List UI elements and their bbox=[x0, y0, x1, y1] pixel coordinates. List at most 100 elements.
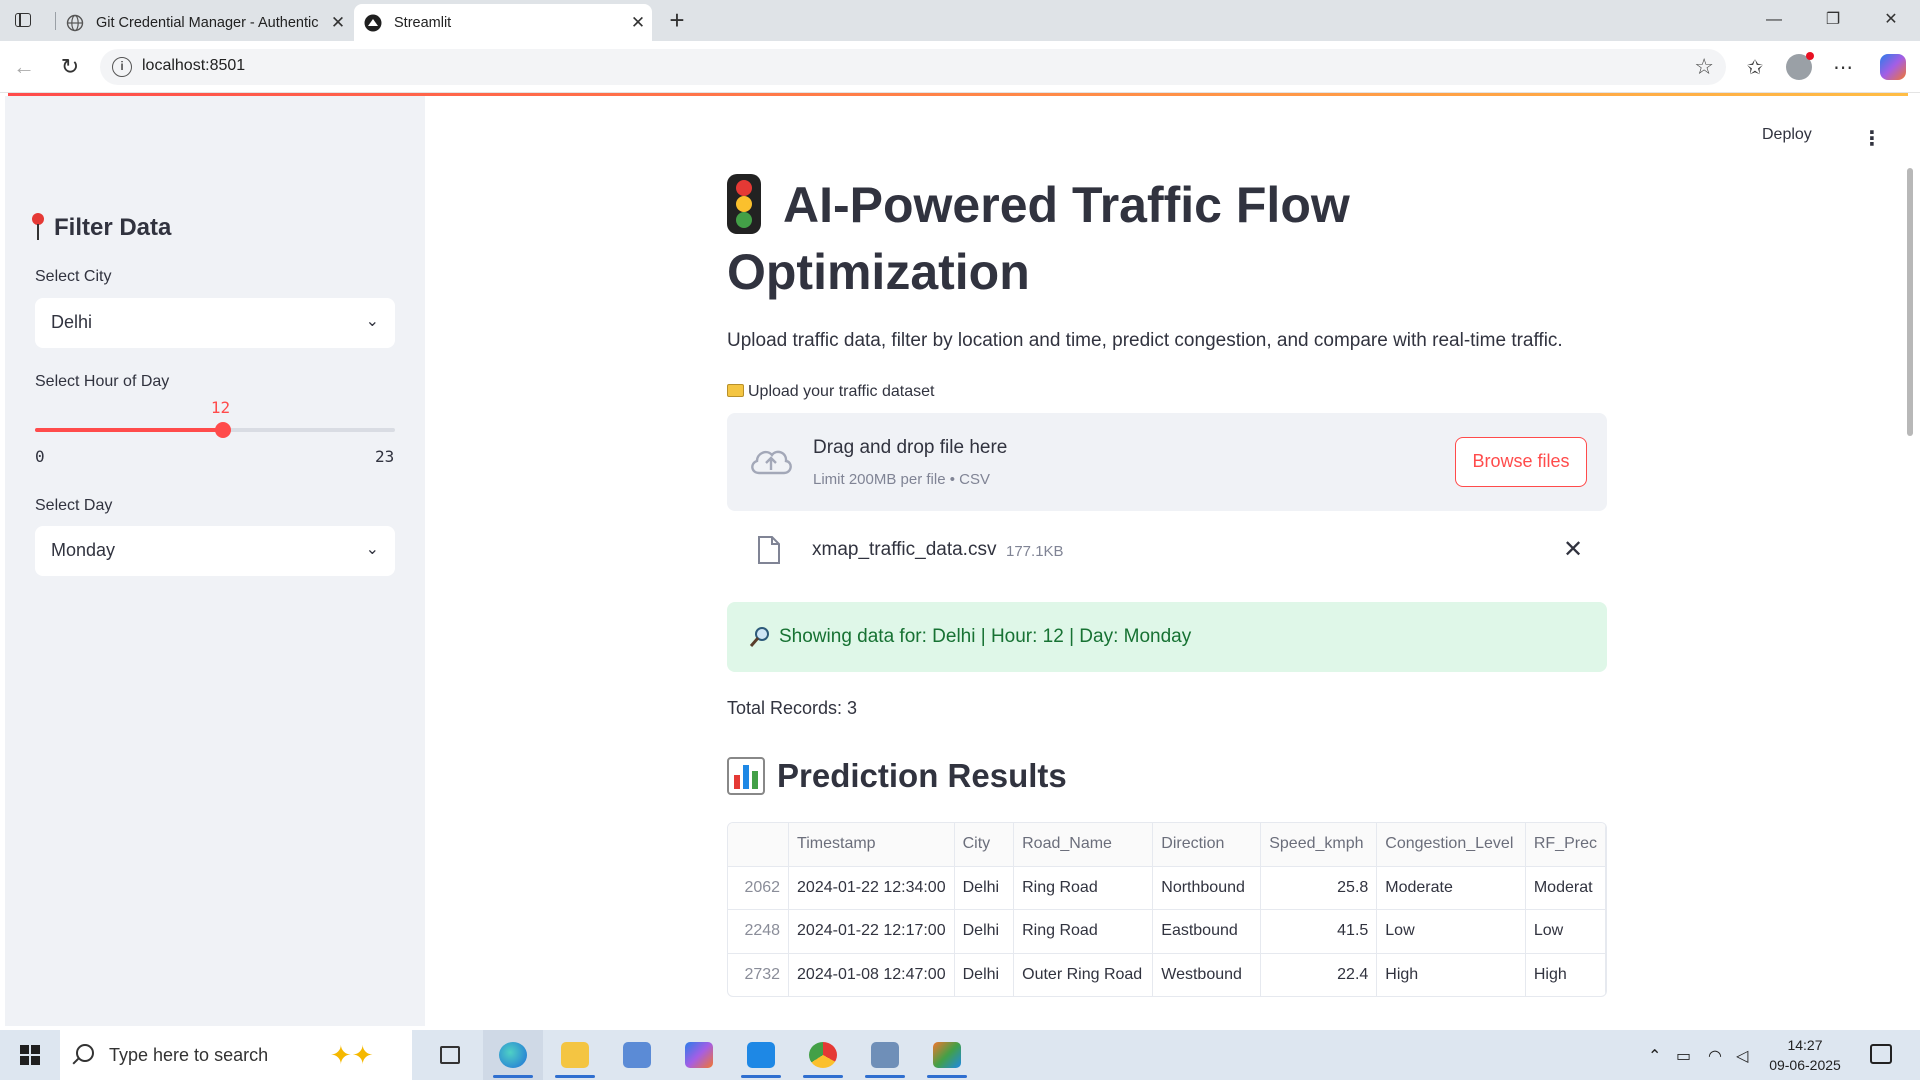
git-app-icon[interactable] bbox=[917, 1030, 977, 1080]
cell-rf-prediction: Low bbox=[1525, 909, 1606, 954]
url-field[interactable]: i localhost:8501 ☆ bbox=[100, 49, 1726, 85]
file-explorer-icon[interactable] bbox=[545, 1030, 605, 1080]
cell-rf-prediction: Moderat bbox=[1525, 866, 1606, 910]
magnifier-icon bbox=[749, 627, 769, 647]
uploaded-file-name: xmap_traffic_data.csv bbox=[812, 539, 997, 560]
cell-rf-prediction: High bbox=[1525, 953, 1606, 996]
minimize-icon[interactable]: — bbox=[1751, 6, 1797, 34]
table-row[interactable]: 2062 2024-01-22 12:34:00 Delhi Ring Road… bbox=[728, 866, 1606, 910]
sparkle-icon: ✦✦ bbox=[330, 1040, 374, 1070]
table-row[interactable]: 2248 2024-01-22 12:17:00 Delhi Ring Road… bbox=[728, 909, 1606, 954]
day-select-value: Monday bbox=[51, 540, 116, 560]
deploy-button[interactable]: Deploy bbox=[1762, 126, 1812, 144]
streamlit-icon bbox=[364, 14, 382, 31]
network-app-icon[interactable] bbox=[607, 1030, 667, 1080]
hour-slider-max: 23 bbox=[375, 447, 395, 466]
dropzone-limit: Limit 200MB per file • CSV bbox=[813, 471, 990, 488]
sidebar-title: Filter Data bbox=[30, 213, 171, 243]
traffic-light-icon bbox=[727, 173, 761, 234]
row-index: 2248 bbox=[728, 909, 790, 954]
search-icon bbox=[76, 1044, 94, 1062]
reload-icon[interactable]: ↻ bbox=[56, 53, 84, 81]
wifi-icon[interactable]: ◠ bbox=[1708, 1046, 1722, 1066]
more-menu-icon[interactable]: ⋯ bbox=[1828, 53, 1858, 83]
windows-taskbar: Type here to search ✦✦ ⌃ ▭ ◠ ◁ 14:27 09-… bbox=[0, 1030, 1920, 1080]
edge-icon[interactable] bbox=[483, 1030, 543, 1080]
row-index: 2732 bbox=[728, 953, 790, 996]
address-bar-row: ← ↻ i localhost:8501 ☆ ✩ ⋯ bbox=[0, 41, 1920, 93]
hour-slider-thumb[interactable] bbox=[214, 422, 231, 438]
city-label: Select City bbox=[35, 268, 112, 285]
chevron-down-icon: ⌄ bbox=[365, 541, 379, 558]
success-alert: Showing data for: Delhi | Hour: 12 | Day… bbox=[727, 602, 1607, 672]
page-title-text: AI-Powered Traffic Flow Optimization bbox=[727, 177, 1350, 300]
globe-icon bbox=[66, 14, 84, 31]
column-header[interactable]: RF_Prec bbox=[1525, 823, 1606, 867]
cell-congestion: Low bbox=[1376, 909, 1526, 954]
windows-start-icon[interactable] bbox=[20, 1045, 40, 1065]
close-icon[interactable]: ✕ bbox=[624, 13, 652, 33]
total-records: Total Records: 3 bbox=[727, 698, 858, 718]
tab-streamlit[interactable]: Streamlit ✕ bbox=[354, 4, 652, 41]
browse-files-button[interactable]: Browse files bbox=[1455, 437, 1587, 487]
hour-slider-value: 12 bbox=[210, 398, 231, 417]
tab-git-credential-manager[interactable]: Git Credential Manager - Authentic ✕ bbox=[56, 4, 352, 41]
notification-dot-icon bbox=[1806, 52, 1814, 60]
sidebar-toggle-icon[interactable] bbox=[12, 10, 34, 30]
site-info-icon[interactable]: i bbox=[112, 57, 132, 77]
chevron-down-icon: ⌄ bbox=[365, 313, 379, 330]
cell-road: Outer Ring Road bbox=[1013, 953, 1154, 996]
results-heading-text: Prediction Results bbox=[777, 757, 1067, 794]
cell-road: Ring Road bbox=[1013, 866, 1154, 910]
tray-chevron-up-icon[interactable]: ⌃ bbox=[1648, 1046, 1661, 1066]
restore-icon[interactable]: ❐ bbox=[1810, 6, 1856, 34]
scrollbar[interactable] bbox=[1907, 168, 1913, 436]
favorite-star-icon[interactable]: ☆ bbox=[1694, 54, 1714, 80]
cell-city: Delhi bbox=[954, 953, 1015, 996]
vscode-icon[interactable] bbox=[731, 1030, 791, 1080]
main-menu-icon[interactable]: ⋮ bbox=[1862, 126, 1882, 151]
remove-file-icon[interactable]: ✕ bbox=[1563, 535, 1583, 564]
column-header[interactable]: Direction bbox=[1152, 823, 1262, 867]
clock-time: 14:27 bbox=[1787, 1037, 1823, 1053]
cell-timestamp: 2024-01-08 12:47:00 bbox=[788, 953, 955, 996]
table-header-row: Timestamp City Road_Name Direction Speed… bbox=[728, 823, 1606, 867]
results-table[interactable]: Timestamp City Road_Name Direction Speed… bbox=[727, 822, 1607, 997]
uploaded-file-size: 177.1KB bbox=[1006, 543, 1064, 560]
cell-speed: 41.5 bbox=[1260, 909, 1378, 954]
back-icon[interactable]: ← bbox=[10, 53, 38, 81]
hour-slider-min: 0 bbox=[35, 447, 45, 466]
day-select[interactable]: Monday ⌄ bbox=[35, 526, 395, 576]
cell-city: Delhi bbox=[954, 866, 1015, 910]
upload-label: Upload your traffic dataset bbox=[727, 383, 934, 401]
column-header[interactable]: Road_Name bbox=[1013, 823, 1154, 867]
page-title: AI-Powered Traffic Flow Optimization bbox=[727, 172, 1427, 306]
file-icon bbox=[758, 536, 780, 564]
taskbar-search[interactable]: Type here to search ✦✦ bbox=[60, 1030, 412, 1080]
cell-direction: Eastbound bbox=[1152, 909, 1262, 954]
cell-speed: 22.4 bbox=[1260, 953, 1378, 996]
cell-speed: 25.8 bbox=[1260, 866, 1378, 910]
cell-timestamp: 2024-01-22 12:17:00 bbox=[788, 909, 955, 954]
day-label: Select Day bbox=[35, 497, 113, 514]
table-row[interactable]: 2732 2024-01-08 12:47:00 Delhi Outer Rin… bbox=[728, 953, 1606, 996]
column-header[interactable]: City bbox=[954, 823, 1015, 867]
close-icon[interactable]: ✕ bbox=[324, 13, 352, 33]
column-header[interactable]: Congestion_Level bbox=[1376, 823, 1526, 867]
new-tab-icon[interactable]: + bbox=[663, 6, 691, 34]
copilot-app-icon[interactable] bbox=[669, 1030, 729, 1080]
cell-direction: Northbound bbox=[1152, 866, 1262, 910]
city-select[interactable]: Delhi ⌄ bbox=[35, 298, 395, 348]
column-header[interactable] bbox=[728, 823, 790, 867]
remote-desktop-icon[interactable] bbox=[855, 1030, 915, 1080]
notification-icon[interactable] bbox=[1870, 1044, 1892, 1064]
battery-icon[interactable]: ▭ bbox=[1676, 1046, 1691, 1066]
column-header[interactable]: Speed_kmph bbox=[1260, 823, 1378, 867]
chrome-icon[interactable] bbox=[793, 1030, 853, 1080]
task-view-icon[interactable] bbox=[420, 1030, 480, 1080]
column-header[interactable]: Timestamp bbox=[788, 823, 955, 867]
favorites-icon[interactable]: ✩ bbox=[1740, 53, 1770, 83]
window-close-icon[interactable]: ✕ bbox=[1868, 6, 1914, 34]
taskbar-clock[interactable]: 14:27 09-06-2025 bbox=[1745, 1035, 1865, 1075]
copilot-icon[interactable] bbox=[1880, 54, 1906, 80]
